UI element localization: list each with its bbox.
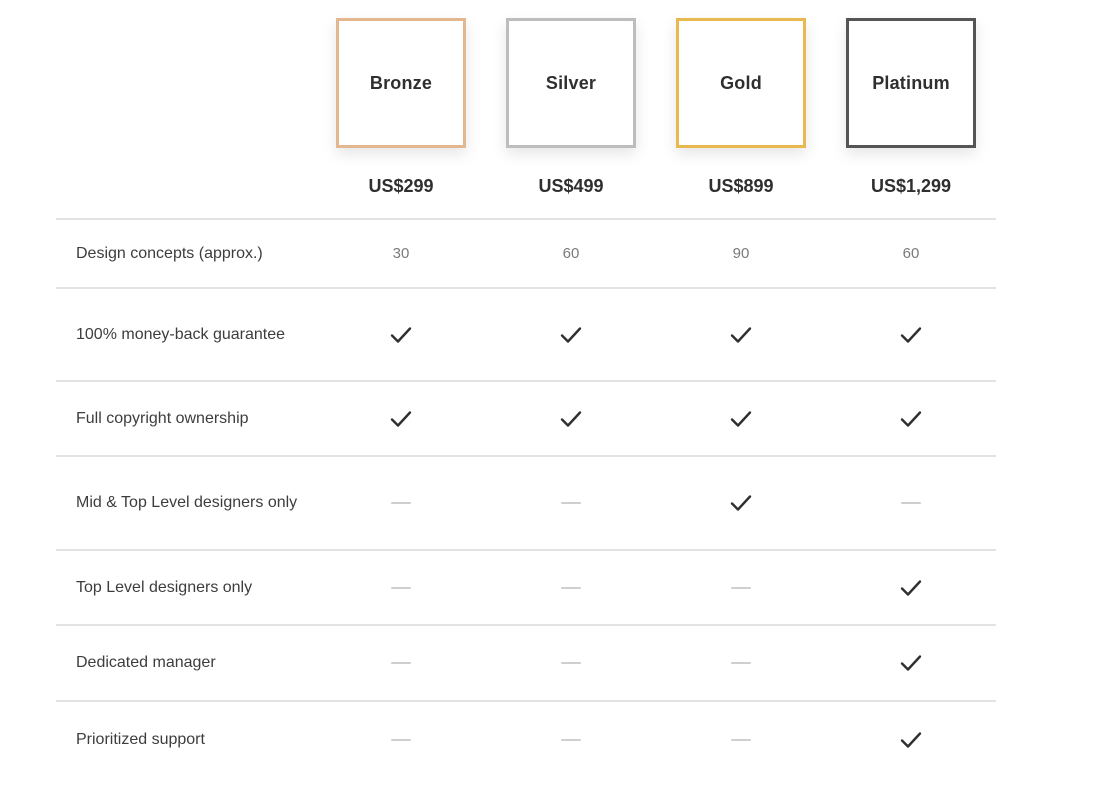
feature-cell [316, 410, 486, 428]
dash-icon [561, 739, 581, 741]
feature-row: Top Level designers only [56, 551, 996, 626]
feature-label: Design concepts (approx.) [76, 244, 263, 262]
feature-row: Mid & Top Level designers only [56, 457, 996, 551]
feature-cell [316, 502, 486, 504]
feature-cell [486, 326, 656, 344]
features-table: Design concepts (approx.) 30 60 90 60 10… [56, 218, 996, 778]
feature-row: Dedicated manager [56, 626, 996, 702]
plan-bronze[interactable]: Bronze US$299 [316, 18, 486, 208]
dash-icon [731, 586, 751, 589]
feature-cell [826, 326, 996, 344]
concepts-value: 30 [392, 245, 410, 262]
check-icon [900, 410, 922, 428]
dash-icon [561, 662, 581, 664]
feature-label: Top Level designers only [76, 578, 253, 596]
dash-icon [391, 502, 411, 504]
dash-icon [391, 662, 411, 664]
check-icon [900, 731, 922, 749]
plan-badge-gold[interactable]: Gold [676, 18, 806, 148]
feature-cell [316, 326, 486, 344]
concepts-value: 60 [902, 245, 920, 262]
feature-cell [316, 586, 486, 589]
feature-row: Full copyright ownership [56, 382, 996, 457]
feature-label: Mid & Top Level designers only [76, 494, 298, 511]
feature-cell [656, 326, 826, 344]
feature-label: 100% money-back guarantee [76, 325, 286, 343]
feature-cell [316, 739, 486, 741]
plan-price: US$299 [368, 176, 434, 196]
feature-cell [656, 586, 826, 589]
feature-cell: 30 [316, 245, 486, 262]
dash-icon [731, 662, 751, 664]
feature-row: Prioritized support [56, 702, 996, 778]
dash-icon [561, 586, 581, 589]
check-icon [390, 410, 412, 428]
feature-cell [486, 410, 656, 428]
plan-gold[interactable]: Gold US$899 [656, 18, 826, 208]
feature-cell [826, 579, 996, 597]
plan-badge-platinum[interactable]: Platinum [846, 18, 976, 148]
feature-cell [826, 654, 996, 672]
feature-label: Dedicated manager [76, 654, 216, 671]
check-icon [900, 326, 922, 344]
feature-label: Prioritized support [76, 731, 205, 748]
feature-cell [656, 739, 826, 741]
check-icon [900, 579, 922, 597]
feature-row: Design concepts (approx.) 30 60 90 60 [56, 220, 996, 289]
concepts-value: 60 [562, 245, 580, 262]
plan-badge-silver[interactable]: Silver [506, 18, 636, 148]
plans-header: Bronze US$299 Silver US$499 Gold US$899 … [0, 0, 1100, 220]
feature-row: 100% money-back guarantee [56, 289, 996, 382]
check-icon [560, 410, 582, 428]
feature-cell [486, 502, 656, 504]
feature-cell [826, 731, 996, 749]
plan-price: US$899 [708, 176, 774, 196]
feature-cell: 60 [486, 245, 656, 262]
dash-icon [391, 739, 411, 741]
feature-cell [486, 586, 656, 589]
dash-icon [901, 502, 921, 504]
check-icon [730, 494, 752, 512]
feature-cell [656, 662, 826, 664]
plan-price: US$499 [538, 176, 604, 196]
plan-silver[interactable]: Silver US$499 [486, 18, 656, 208]
plan-name: Gold [720, 72, 762, 93]
plan-badge-bronze[interactable]: Bronze [336, 18, 466, 148]
feature-cell [316, 662, 486, 664]
feature-cell: 90 [656, 245, 826, 262]
check-icon [730, 410, 752, 428]
plan-platinum[interactable]: Platinum US$1,299 [826, 18, 996, 208]
feature-label: Full copyright ownership [76, 409, 249, 427]
feature-cell [656, 410, 826, 428]
check-icon [730, 326, 752, 344]
concepts-value: 90 [732, 245, 750, 262]
feature-cell [826, 502, 996, 504]
dash-icon [391, 586, 411, 589]
plan-name: Bronze [369, 72, 433, 93]
dash-icon [561, 502, 581, 504]
plan-price: US$1,299 [870, 176, 952, 196]
feature-cell [826, 410, 996, 428]
dash-icon [731, 739, 751, 741]
check-icon [900, 654, 922, 672]
feature-cell: 60 [826, 245, 996, 262]
check-icon [390, 326, 412, 344]
plan-name: Platinum [872, 72, 950, 93]
feature-cell [486, 662, 656, 664]
feature-cell [486, 739, 656, 741]
check-icon [560, 326, 582, 344]
feature-cell [656, 494, 826, 512]
plan-name: Silver [545, 72, 597, 93]
